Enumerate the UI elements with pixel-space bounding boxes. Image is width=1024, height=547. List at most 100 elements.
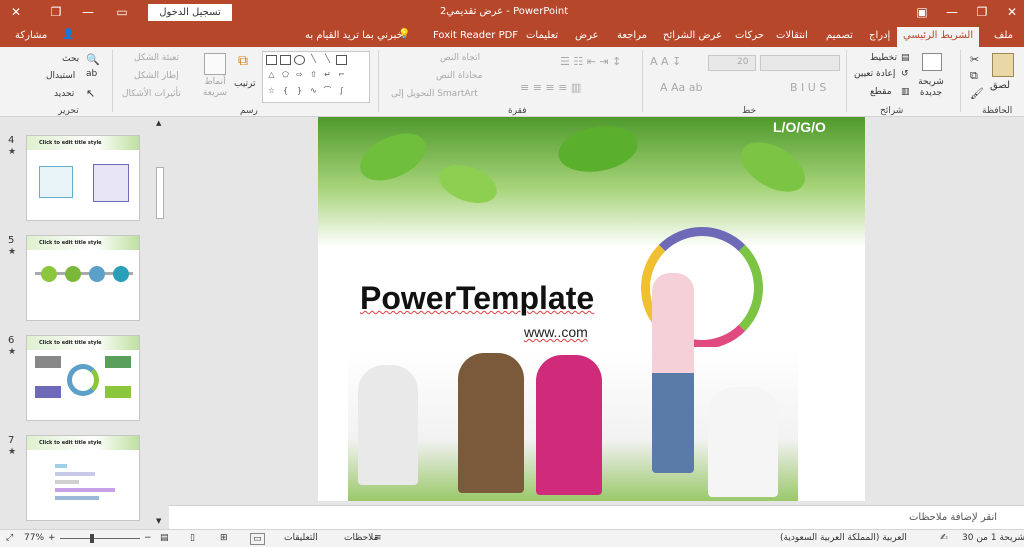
arrange-icon[interactable]: ⧉ xyxy=(238,53,248,69)
replace-button[interactable]: استبدال xyxy=(46,71,75,81)
reading-view-icon[interactable]: ▯ xyxy=(190,533,195,543)
ribbon-display-icon[interactable]: ▣ xyxy=(914,4,930,20)
cut-icon[interactable]: ✂ xyxy=(970,53,979,66)
slide-subtitle[interactable]: www..com xyxy=(524,324,588,340)
slide-thumbnail[interactable]: Click to edit title style xyxy=(26,335,140,421)
section-button[interactable]: مقطع xyxy=(870,87,892,97)
spellcheck-icon[interactable]: ✍ xyxy=(940,533,948,543)
arrow2-shape-icon[interactable]: ⇧ xyxy=(308,71,319,81)
minimize-window-icon[interactable]: — xyxy=(80,4,96,20)
share-button[interactable]: مشاركة xyxy=(15,30,47,41)
text-direction-button[interactable]: اتجاه النص xyxy=(440,53,480,63)
shape-effects-button[interactable]: تأثيرات الأشكال xyxy=(122,89,181,99)
rect-shape-icon[interactable] xyxy=(280,55,291,65)
align-text-button[interactable]: محاذاة النص xyxy=(436,71,482,81)
curve-shape-icon[interactable]: ∿ xyxy=(308,87,319,97)
thumbnail-number: 6 xyxy=(8,335,15,346)
scroll-up-arrow[interactable]: ▲ xyxy=(156,119,161,127)
curve3-shape-icon[interactable]: ∫ xyxy=(336,87,347,97)
paste-icon[interactable] xyxy=(992,53,1014,77)
alignment-icons[interactable]: ≡ ≡ ≡ ≡ ▥ xyxy=(520,81,581,94)
restore-window-icon[interactable]: ❐ xyxy=(48,4,64,20)
ribbon-options-icon[interactable]: ▭ xyxy=(114,4,130,20)
fit-slide-icon[interactable]: ⤢ xyxy=(6,533,13,543)
brace2-shape-icon[interactable]: } xyxy=(294,87,305,97)
zoom-level[interactable]: 77% xyxy=(24,533,44,543)
tab-foxit[interactable]: Foxit Reader PDF xyxy=(433,30,518,41)
tab-animations[interactable]: حركات xyxy=(735,30,764,41)
new-slide-button[interactable]: شريحة جديدة xyxy=(916,77,946,99)
close-icon[interactable]: ✕ xyxy=(1004,4,1020,20)
font-size-icons[interactable]: A A ↧ xyxy=(650,55,681,68)
find-button[interactable]: بحث xyxy=(62,54,79,64)
tab-review[interactable]: مراجعة xyxy=(617,30,647,41)
zoom-in-button[interactable]: + xyxy=(48,533,56,543)
slide-thumbnail[interactable]: Click to edit title style xyxy=(26,435,140,521)
tab-transitions[interactable]: انتقالات xyxy=(776,30,808,41)
language-indicator[interactable]: العربية (المملكة العربية السعودية) xyxy=(780,533,907,543)
oval-shape-icon[interactable] xyxy=(294,55,305,65)
tab-file[interactable]: ملف xyxy=(994,30,1013,41)
slide-canvas[interactable]: L/O/G/O PowerTemplate www..com xyxy=(318,117,865,501)
font-color-icons[interactable]: A Aa ab xyxy=(660,81,703,94)
format-painter-icon[interactable]: 🖌 xyxy=(970,87,984,100)
line-shape-icon[interactable]: ╲ xyxy=(308,55,319,65)
rect2-shape-icon[interactable] xyxy=(336,55,347,65)
layout-button[interactable]: تخطيط xyxy=(870,53,897,63)
brace-shape-icon[interactable]: { xyxy=(280,87,291,97)
tab-home[interactable]: الشريط الرئيسي xyxy=(897,27,980,47)
thumbnail-scrollbar[interactable]: ▲ ▼ xyxy=(155,117,165,529)
font-size-box[interactable] xyxy=(708,55,756,71)
zoom-slider[interactable] xyxy=(60,534,140,543)
connector-shape-icon[interactable]: ⌐ xyxy=(336,71,347,81)
select-button[interactable]: تحديد xyxy=(54,89,74,99)
arrange-button[interactable]: ترتيب xyxy=(234,79,256,89)
scroll-down-arrow[interactable]: ▼ xyxy=(156,517,161,525)
shapes-gallery[interactable]: ╲ ╲ △ ⬠ ⇨ ⇧ ↵ ⌐ ☆ { } ∿ ⌒ ∫ xyxy=(262,51,370,103)
logo-text[interactable]: L/O/G/O xyxy=(773,119,826,135)
copy-icon[interactable]: ⧉ xyxy=(970,69,978,83)
quick-styles-icon[interactable] xyxy=(204,53,226,75)
smartart-button[interactable]: التحويل إلى SmartArt xyxy=(391,89,478,99)
notes-pane[interactable]: انقر لإضافة ملاحظات xyxy=(169,505,1024,529)
tab-slideshow[interactable]: عرض الشرائح xyxy=(663,30,722,41)
tab-comments[interactable]: تعليمات xyxy=(526,30,558,41)
reset-button[interactable]: إعادة تعيين xyxy=(854,69,895,79)
tell-me-box[interactable]: أخبرني بما تريد القيام به xyxy=(305,30,406,41)
minimize-icon[interactable]: — xyxy=(944,4,960,20)
normal-view-icon[interactable]: ▭ xyxy=(250,533,265,545)
close-window-icon[interactable]: ✕ xyxy=(8,4,24,20)
font-format-icons[interactable]: B I U S xyxy=(790,81,826,94)
sign-in-button[interactable]: تسجيل الدخول xyxy=(148,4,232,21)
slide-thumbnail[interactable]: Click to edit title style xyxy=(26,235,140,321)
scroll-thumb[interactable] xyxy=(156,167,164,219)
shape-outline-button[interactable]: إطار الشكل xyxy=(134,71,179,81)
quick-styles-button[interactable]: أنماط سريعة xyxy=(200,77,230,99)
new-slide-icon[interactable] xyxy=(922,53,942,71)
curve2-shape-icon[interactable]: ⌒ xyxy=(322,87,333,97)
font-name-box[interactable] xyxy=(760,55,840,71)
maximize-icon[interactable]: ❐ xyxy=(974,4,990,20)
slideshow-icon[interactable]: ▤ xyxy=(160,533,169,543)
triangle-shape-icon[interactable]: △ xyxy=(266,71,277,81)
slide-title[interactable]: PowerTemplate xyxy=(360,280,594,317)
person xyxy=(458,353,524,493)
tab-view[interactable]: عرض xyxy=(575,30,599,41)
tab-design[interactable]: تصميم xyxy=(826,30,853,41)
notes-placeholder[interactable]: انقر لإضافة ملاحظات xyxy=(909,512,997,523)
comments-button[interactable]: التعليقات xyxy=(284,533,318,543)
line2-shape-icon[interactable]: ╲ xyxy=(322,55,333,65)
slide-sorter-icon[interactable]: ⊞ xyxy=(220,533,228,543)
pentagon-shape-icon[interactable]: ⬠ xyxy=(280,71,291,81)
textbox-shape-icon[interactable] xyxy=(266,55,277,65)
zoom-slider-thumb[interactable] xyxy=(90,534,94,543)
arrow-shape-icon[interactable]: ⇨ xyxy=(294,71,305,81)
slide-thumbnail[interactable]: Click to edit title style xyxy=(26,135,140,221)
tab-insert[interactable]: إدراج xyxy=(869,30,890,41)
list-icons[interactable]: ☰ ☷ ⇤ ⇥ ↕ xyxy=(560,55,621,68)
arrow3-shape-icon[interactable]: ↵ xyxy=(322,71,333,81)
zoom-out-button[interactable]: − xyxy=(144,533,152,543)
star-shape-icon[interactable]: ☆ xyxy=(266,87,277,97)
shape-fill-button[interactable]: تعبئة الشكل xyxy=(134,53,179,63)
paste-button[interactable]: لصق xyxy=(990,80,1010,91)
